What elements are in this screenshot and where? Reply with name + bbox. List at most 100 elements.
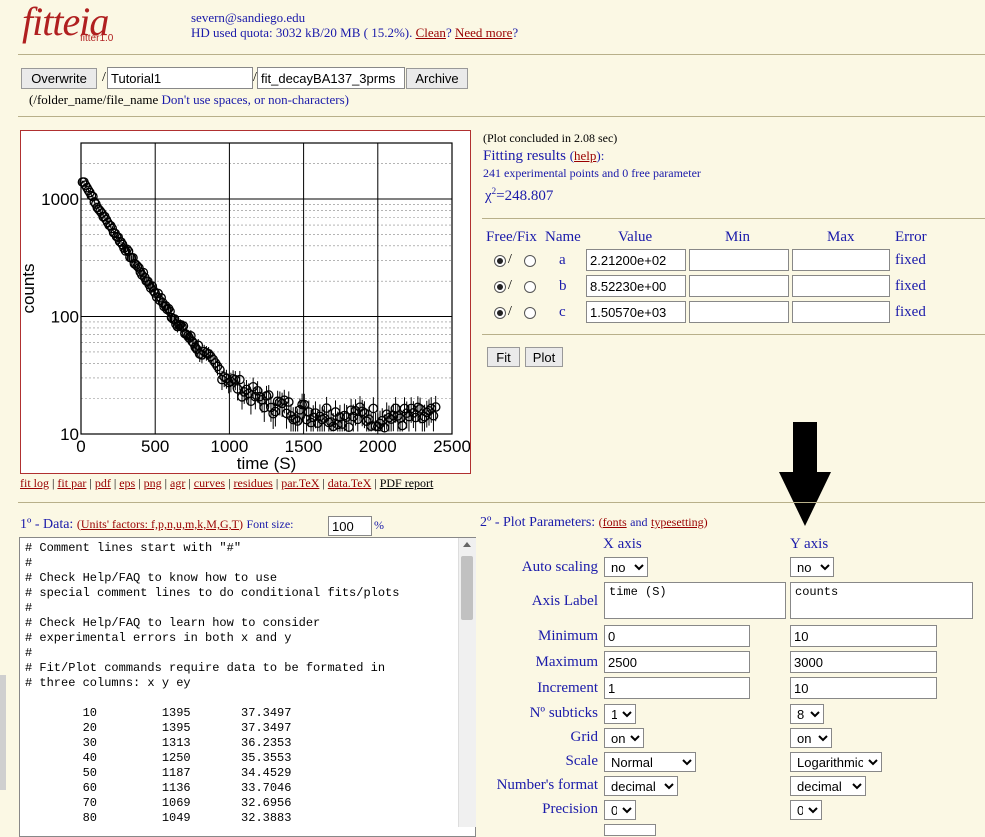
plot-button[interactable]: Plot (525, 347, 563, 367)
data-textarea[interactable] (19, 537, 476, 837)
y-grid-select[interactable]: on (790, 728, 832, 748)
units-factors-link[interactable]: Units' factors: f,p,n,u,m,k,M,G,T (81, 517, 239, 531)
plot-link-png[interactable]: png (144, 476, 162, 490)
logo[interactable]: fitteia fitter1.0 (22, 0, 132, 46)
auto-scaling-label: Auto scaling (521, 559, 598, 575)
plot-link-fit-log[interactable]: fit log (20, 476, 49, 490)
y-maximum-input[interactable] (790, 651, 937, 673)
font-size-input[interactable] (328, 516, 372, 536)
x-number-format-select[interactable]: decimal (604, 776, 678, 796)
param-value-input[interactable] (586, 249, 686, 271)
chi-square: χ2=248.807 (485, 186, 554, 204)
archive-button[interactable]: Archive (406, 68, 468, 89)
overwrite-button[interactable]: Overwrite (21, 68, 97, 89)
grid-label: Grid (570, 729, 599, 745)
y-tick-label: 1000 (41, 190, 79, 209)
y-tick-label: 10 (60, 425, 79, 444)
plot-link-fit-par[interactable]: fit par (57, 476, 86, 490)
divider (18, 116, 985, 117)
axis-label-label: Axis Label (531, 593, 598, 609)
filename-input[interactable] (257, 67, 405, 89)
plot-frame: 0 500 1000 1500 2000 2500 10 100 1000 time (S) cou… (20, 130, 471, 474)
param-max-input[interactable] (792, 275, 890, 297)
y-subticks-select[interactable]: 8 (790, 704, 824, 724)
free-radio[interactable] (494, 307, 506, 319)
typesetting-link[interactable]: typesetting (651, 515, 704, 529)
y-minimum-input[interactable] (790, 625, 937, 647)
plot-link-par-tex[interactable]: par.TeX (281, 476, 319, 490)
param-name: a (559, 252, 566, 268)
param-min-input[interactable] (689, 301, 789, 323)
path-hint: (/folder_name/file_name Don't use spaces… (29, 92, 350, 107)
y-number-format-select[interactable]: decimal (790, 776, 866, 796)
x-scale-select[interactable]: Normal (604, 752, 696, 772)
divider (18, 54, 985, 55)
divider (482, 334, 985, 335)
param-row-b: / b fixed (482, 275, 985, 299)
fix-radio[interactable] (524, 281, 536, 293)
plot-link-curves[interactable]: curves (194, 476, 225, 490)
y-axis-label-input[interactable]: counts (790, 582, 973, 619)
fix-radio[interactable] (524, 307, 536, 319)
pdf-report-link[interactable]: PDF report (380, 476, 434, 490)
scrollbar-thumb[interactable] (461, 556, 473, 620)
folder-input[interactable] (107, 67, 253, 89)
plot-link-agr[interactable]: agr (170, 476, 185, 490)
plot-link-data-tex[interactable]: data.TeX (328, 476, 371, 490)
y-scale-select[interactable]: Logarithmic (790, 752, 882, 772)
need-more-link[interactable]: Need more (455, 25, 512, 40)
textarea-scrollbar[interactable] (458, 538, 476, 827)
scale-label: Scale (565, 753, 598, 769)
param-max-input[interactable] (792, 249, 890, 271)
page-scrollbar-edge (0, 675, 6, 790)
y-increment-input[interactable] (790, 677, 937, 699)
clean-link[interactable]: Clean (416, 25, 446, 40)
arrow-down-icon (779, 422, 831, 526)
fit-button[interactable]: Fit (487, 347, 520, 367)
x-maximum-input[interactable] (604, 651, 750, 673)
quota-text: HD used quota: 3032 kB/20 MB ( 15.2%). (191, 25, 413, 40)
fix-radio[interactable] (524, 255, 536, 267)
param-value-input[interactable] (586, 275, 686, 297)
x-auto-scaling-select[interactable]: no (604, 557, 648, 577)
plot-link-residues[interactable]: residues (234, 476, 273, 490)
param-error: fixed (895, 252, 926, 268)
free-radio[interactable] (494, 281, 506, 293)
param-min-input[interactable] (689, 275, 789, 297)
x-axis-label-input[interactable]: time (S) (604, 582, 786, 619)
free-radio[interactable] (494, 255, 506, 267)
param-row-c: / c fixed (482, 301, 985, 325)
x-precision-select[interactable]: 0 (604, 800, 636, 820)
plot-link-pdf[interactable]: pdf (95, 476, 111, 490)
x-minimum-input[interactable] (604, 625, 750, 647)
y-precision-select[interactable]: 0 (790, 800, 822, 820)
fitting-results-title: Fitting results (help): (483, 148, 605, 164)
plot-time: (Plot concluded in 2.08 sec) (483, 131, 618, 145)
y-axis-label: counts (21, 263, 38, 313)
param-error: fixed (895, 278, 926, 294)
x-tick-label: 500 (141, 437, 169, 456)
quota-line: HD used quota: 3032 kB/20 MB ( 15.2%). C… (191, 25, 519, 40)
param-header-name: Name (545, 229, 581, 245)
percent-sign: % (374, 518, 384, 532)
param-header-error: Error (895, 229, 927, 245)
plot-link-eps[interactable]: eps (119, 476, 135, 490)
x-grid-select[interactable]: on (604, 728, 644, 748)
param-header-freefix: Free/Fix (486, 229, 537, 245)
y-auto-scaling-select[interactable]: no (790, 557, 834, 577)
x-increment-input[interactable] (604, 677, 750, 699)
param-max-input[interactable] (792, 301, 890, 323)
next-row-select-partial[interactable] (604, 824, 656, 836)
logo-subtitle: fitter1.0 (80, 33, 114, 44)
help-link[interactable]: help (574, 148, 596, 163)
x-subticks-select[interactable]: 1 (604, 704, 636, 724)
increment-label: Increment (537, 680, 598, 696)
fonts-link[interactable]: fonts (603, 515, 627, 529)
x-axis-header: X axis (603, 536, 642, 552)
param-value-input[interactable] (586, 301, 686, 323)
maximum-label: Maximum (535, 654, 599, 670)
y-axis-header: Y axis (790, 536, 829, 552)
scroll-up-icon[interactable] (463, 542, 471, 547)
param-name: b (559, 278, 567, 294)
param-min-input[interactable] (689, 249, 789, 271)
